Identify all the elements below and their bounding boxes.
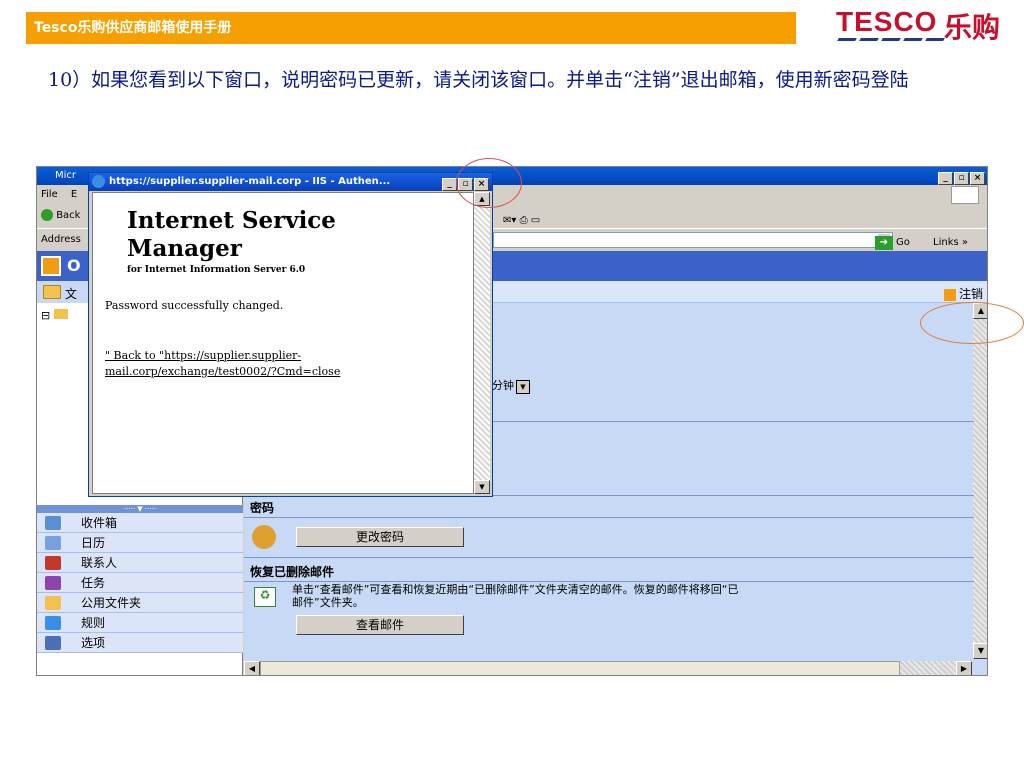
logout-icon bbox=[943, 288, 956, 301]
popup-vertical-scrollbar[interactable]: ▲ ▼ bbox=[474, 192, 490, 494]
minutes-select[interactable]: 分钟 ▼ bbox=[492, 377, 530, 394]
horizontal-scrollbar[interactable]: ◀ ▶ bbox=[244, 661, 972, 675]
close-icon[interactable]: × bbox=[970, 172, 985, 185]
ie-icon bbox=[92, 175, 105, 188]
popup-title: https://supplier.supplier-mail.corp - II… bbox=[109, 176, 391, 187]
mailbox-icon bbox=[53, 309, 68, 319]
divider bbox=[244, 557, 974, 558]
back-button[interactable]: Back bbox=[56, 210, 80, 221]
scroll-callout-circle bbox=[920, 302, 1024, 344]
options-icon bbox=[45, 636, 61, 650]
popup-minimize-icon[interactable]: _ bbox=[442, 178, 457, 191]
address-input[interactable]: ▼ bbox=[493, 232, 893, 248]
recycle-icon: ♻ bbox=[254, 587, 276, 607]
menu-edit[interactable]: E bbox=[71, 189, 77, 200]
nav-item-tasks[interactable]: 任务 bbox=[37, 573, 243, 593]
vertical-scrollbar[interactable] bbox=[973, 303, 987, 659]
folder-label: 文 bbox=[65, 287, 78, 301]
owa-app-initial: O bbox=[67, 256, 81, 275]
scroll-down-icon[interactable]: ▼ bbox=[973, 643, 987, 659]
go-arrow-icon: ➔ bbox=[875, 236, 893, 250]
contacts-icon bbox=[45, 556, 61, 570]
popup-title-bar: https://supplier.supplier-mail.corp - II… bbox=[89, 173, 492, 191]
ism-heading: Internet Service Manager bbox=[127, 207, 336, 262]
divider bbox=[244, 517, 974, 518]
browser-title: Micr bbox=[55, 170, 77, 181]
password-changed-message: Password successfully changed. bbox=[105, 299, 284, 312]
manual-title: Tesco乐购供应商邮箱使用手册 bbox=[34, 20, 232, 36]
chevron-down-icon[interactable]: ▼ bbox=[516, 380, 530, 394]
back-link[interactable]: " Back to "https://supplier.supplier-mai… bbox=[105, 348, 445, 380]
logout-button[interactable]: 注销 bbox=[943, 285, 983, 302]
menu-file[interactable]: File bbox=[41, 189, 58, 200]
keys-icon bbox=[252, 525, 276, 549]
folder-icon bbox=[43, 285, 61, 299]
password-changed-popup: https://supplier.supplier-mail.corp - II… bbox=[88, 172, 493, 497]
windows-flag-icon bbox=[951, 186, 979, 204]
nav-item-contacts[interactable]: 联系人 bbox=[37, 553, 243, 573]
nav-list: 收件箱 日历 联系人 任务 公用文件夹 规则 选项 bbox=[37, 513, 243, 653]
nav-item-calendar[interactable]: 日历 bbox=[37, 533, 243, 553]
recover-section-title: 恢复已删除邮件 bbox=[250, 565, 335, 579]
ism-subheading: for Internet Information Server 6.0 bbox=[127, 265, 306, 275]
nav-item-rules[interactable]: 规则 bbox=[37, 613, 243, 633]
password-section-title: 密码 bbox=[250, 501, 275, 515]
view-mail-button[interactable]: 查看邮件 bbox=[296, 615, 464, 635]
scroll-thumb[interactable] bbox=[260, 661, 900, 675]
scroll-right-icon[interactable]: ▶ bbox=[956, 661, 972, 675]
instruction-text: 10）如果您看到以下窗口，说明密码已更新，请关闭该窗口。并单击“注销”退出邮箱，… bbox=[48, 69, 909, 91]
divider bbox=[244, 581, 974, 582]
back-arrow-icon[interactable] bbox=[41, 209, 53, 221]
logo-stripes bbox=[837, 38, 945, 46]
nav-item-options[interactable]: 选项 bbox=[37, 633, 243, 653]
minimize-icon[interactable]: _ bbox=[938, 172, 953, 185]
tasks-icon bbox=[45, 576, 61, 590]
recover-description: 单击“查看邮件”可查看和恢复近期由“已删除邮件”文件夹清空的邮件。恢复的邮件将移… bbox=[292, 583, 739, 609]
rules-icon bbox=[45, 616, 61, 630]
address-label: Address bbox=[41, 234, 81, 245]
public-folders-icon bbox=[45, 596, 61, 610]
scroll-left-icon[interactable]: ◀ bbox=[244, 661, 260, 675]
logo-brand: TESCO bbox=[836, 6, 938, 37]
calendar-icon bbox=[45, 536, 61, 550]
owa-logo-icon bbox=[41, 256, 61, 276]
browser-screenshot: Micr _▫× File E Back ✉▾ ⎙ ▭ Address ▼ ➔G… bbox=[36, 166, 988, 676]
pane-splitter[interactable]: ····· ▼ ····· bbox=[37, 505, 243, 513]
folder-tree-root[interactable]: ⊟ bbox=[41, 309, 68, 322]
close-callout-circle bbox=[456, 158, 522, 208]
logo-chinese: 乐购 bbox=[944, 11, 1001, 44]
tesco-logo: TESCO 乐购 bbox=[836, 6, 1016, 48]
nav-item-inbox[interactable]: 收件箱 bbox=[37, 513, 243, 533]
popup-scroll-down-icon[interactable]: ▼ bbox=[474, 480, 490, 494]
maximize-icon[interactable]: ▫ bbox=[954, 172, 969, 185]
nav-item-public-folders[interactable]: 公用文件夹 bbox=[37, 593, 243, 613]
inbox-icon bbox=[45, 516, 61, 530]
popup-content: Internet Service Manager for Internet In… bbox=[92, 192, 474, 494]
manual-header-bar: Tesco乐购供应商邮箱使用手册 bbox=[26, 12, 796, 44]
change-password-button[interactable]: 更改密码 bbox=[296, 527, 464, 547]
